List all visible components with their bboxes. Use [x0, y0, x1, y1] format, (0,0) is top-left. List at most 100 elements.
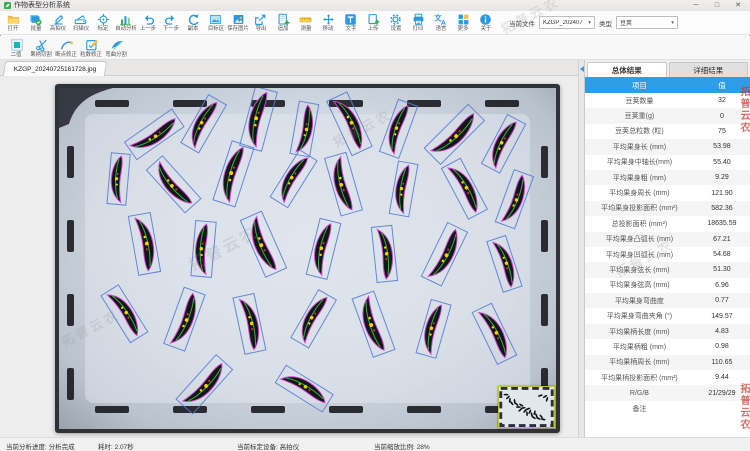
tool-copy[interactable]: 副本 [182, 13, 205, 33]
tool-label: 高拍仪 [50, 26, 66, 32]
tool-auto-analyze[interactable]: 自动分析 [115, 13, 138, 33]
table-row: 平均果身周长 (mm)121.90 [585, 185, 750, 200]
tool-label: 打印 [413, 26, 424, 32]
metric-value: 53.98 [694, 139, 750, 154]
measure-icon [299, 13, 312, 26]
tool-undo[interactable]: 上一步 [137, 13, 160, 33]
table-row: 豆荚重(g)0 [585, 108, 750, 123]
metric-value: 9.44 [694, 370, 750, 385]
tool-text[interactable]: 文字 [340, 13, 363, 33]
current-file-select[interactable]: KZGP_202407 ▾ [539, 16, 595, 29]
breakpoint-fix-icon [60, 38, 74, 52]
results-tab-detailed[interactable]: 详细结果 [669, 62, 749, 77]
tool-label: 语言 [435, 26, 446, 32]
tool-measure[interactable]: 测量 [295, 13, 318, 33]
tool-count-fix[interactable]: 粒数修正 [79, 38, 104, 59]
overview-thumbnail[interactable] [498, 386, 555, 428]
tool-move[interactable]: 移动 [317, 13, 340, 33]
print-icon [412, 13, 425, 26]
metric-value: 75 [694, 124, 750, 139]
tool-label: 下一步 [163, 26, 179, 32]
table-row: 平均果柄粗 (mm)0.98 [585, 339, 750, 354]
tool-breakpoint-fix[interactable]: 断点修正 [54, 38, 79, 59]
append-icon [277, 13, 290, 26]
tool-stem-cut[interactable]: 果柄切割 [29, 38, 54, 59]
auto-analyze-icon [119, 13, 132, 26]
tool-redo[interactable]: 下一步 [160, 13, 183, 33]
tool-export[interactable]: 导出 [250, 13, 273, 33]
results-tab-overall[interactable]: 总体结果 [587, 62, 667, 77]
document-tab-strip: KZGP_20240725161728.jpg [0, 60, 578, 76]
panel-splitter[interactable] [578, 60, 585, 437]
close-button[interactable]: ✕ [733, 0, 743, 11]
collapse-panel-icon[interactable] [580, 66, 584, 72]
tool-label: 关于 [480, 26, 491, 32]
tool-label: 设置 [390, 26, 401, 32]
metric-value [694, 401, 750, 416]
minimize-button[interactable]: ─ [691, 0, 701, 11]
tool-target-area[interactable]: 目标区 [205, 13, 228, 33]
table-row: 平均果身投影面积 (mm²)582.36 [585, 201, 750, 216]
status-elapsed: 耗时: 2.07秒 [98, 441, 134, 451]
metric-value: 6.96 [694, 278, 750, 293]
status-device: 当前标定设备: 高拍仪 [237, 441, 299, 451]
tool-open-folder[interactable]: 打开 [2, 13, 25, 33]
metric-label: 平均果身粗 (mm) [585, 170, 694, 185]
more-icon [457, 13, 470, 26]
tool-label: 自动分析 [115, 26, 137, 32]
metric-label: 平均果柄周长 (mm) [585, 355, 694, 370]
settings-icon [389, 13, 402, 26]
tool-calibration[interactable]: 标定 [92, 13, 115, 33]
language-icon: 文A [434, 13, 447, 26]
scanner-icon [74, 13, 87, 26]
metric-value: 149.57 [694, 308, 750, 323]
image-file-tab[interactable]: KZGP_20240725161728.jpg [3, 61, 108, 76]
tool-print[interactable]: 打印 [407, 13, 430, 33]
tool-bend-split[interactable]: 弯曲分割 [104, 38, 129, 59]
table-row: 平均果身长 (mm)53.98 [585, 139, 750, 154]
move-icon [322, 13, 335, 26]
tool-doc-camera[interactable]: 高拍仪 [47, 13, 70, 33]
stem-cut-icon [35, 38, 49, 52]
tool-language[interactable]: 文A语言 [430, 13, 453, 33]
binary-icon [10, 38, 24, 52]
tool-more[interactable]: 更多 [452, 13, 475, 33]
table-row: 平均果身弦高 (mm)6.96 [585, 278, 750, 293]
metric-label: 平均果身弦高 (mm) [585, 278, 694, 293]
target-area-icon [209, 13, 222, 26]
metric-label: 豆荚数量 [585, 93, 694, 108]
tool-label: 弯曲分割 [106, 52, 128, 58]
tool-label: 测量 [300, 26, 311, 32]
secondary-toolbar: 二值果柄切割断点修正粒数修正弯曲分割 [0, 36, 750, 60]
metric-value: 67.21 [694, 232, 750, 247]
table-row: R/G/B21/29/29 [585, 385, 750, 400]
tool-append[interactable]: 追加 [272, 13, 295, 33]
maximize-button[interactable]: □ [712, 0, 722, 11]
tool-binary[interactable]: 二值 [4, 38, 29, 59]
table-row: 平均果身凹弧长 (mm)54.68 [585, 247, 750, 262]
window-controls: ─ □ ✕ [691, 0, 746, 11]
about-icon [479, 13, 492, 26]
metric-value: 582.36 [694, 201, 750, 216]
metric-label: 平均果身弯曲夹角 (°) [585, 308, 694, 323]
tool-scanner[interactable]: 扫描仪 [70, 13, 93, 33]
current-file-value: KZGP_202407 [543, 20, 583, 26]
tool-about[interactable]: 关于 [475, 13, 498, 33]
type-select[interactable]: 豆荚 ▾ [616, 16, 678, 29]
main-toolbar-items: 打开批量高拍仪扫描仪标定自动分析上一步下一步副本目标区保存图片导出追加测量移动文… [2, 13, 497, 33]
metric-value: 55.40 [694, 155, 750, 170]
metric-label: 备注 [585, 401, 694, 416]
image-canvas[interactable] [55, 84, 560, 433]
metric-label: 平均果柄粗 (mm) [585, 339, 694, 354]
calibration-icon [97, 13, 110, 26]
tool-label: 文字 [345, 26, 356, 32]
svg-text:A: A [441, 20, 446, 26]
tool-settings[interactable]: 设置 [385, 13, 408, 33]
table-row: 平均果身弯曲度0.77 [585, 293, 750, 308]
tool-batch[interactable]: 批量 [25, 13, 48, 33]
tool-upload[interactable]: 上传 [362, 13, 385, 33]
tool-save-image[interactable]: 保存图片 [227, 13, 250, 33]
status-zoom: 当前缩放比例: 28% [374, 441, 430, 451]
metric-label: 平均果身中轴长(mm) [585, 155, 694, 170]
metric-value: 54.68 [694, 247, 750, 262]
